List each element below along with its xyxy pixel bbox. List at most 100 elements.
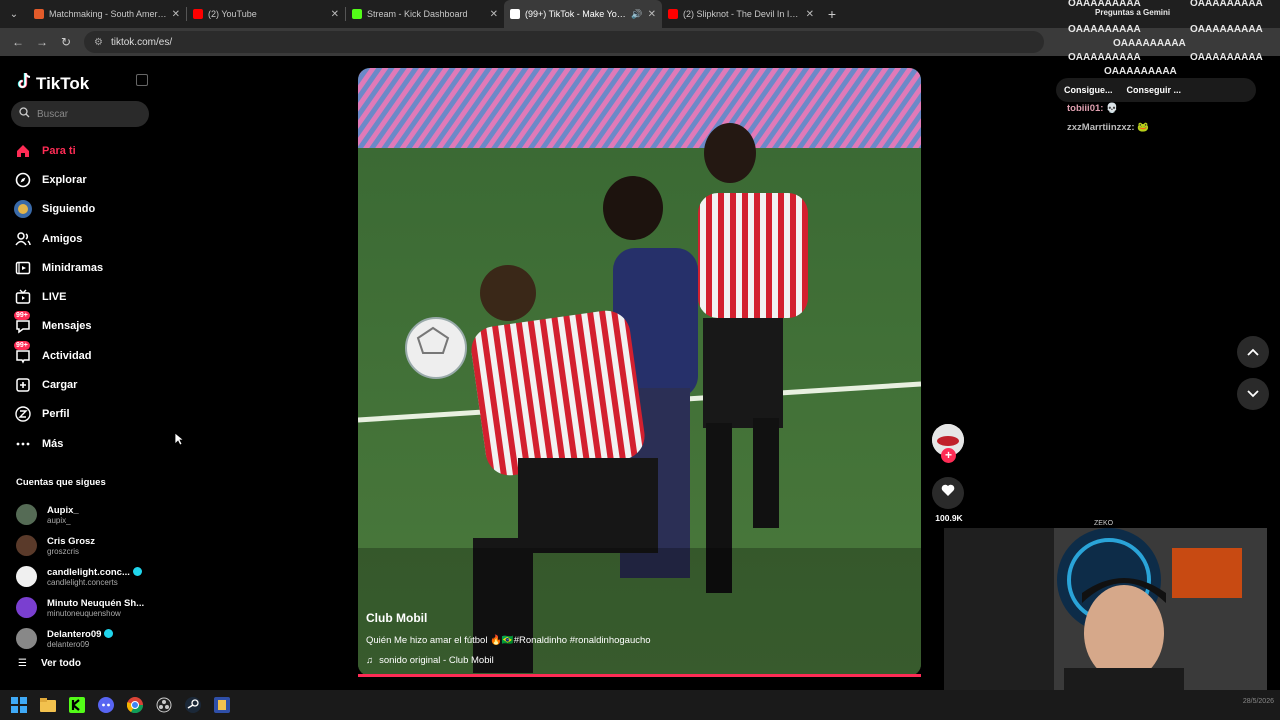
- chat-spam-text: OAAAAAAAAA: [1068, 24, 1141, 35]
- browser-tab[interactable]: (2) YouTube ✕: [187, 0, 345, 28]
- nav-label: Perfil: [42, 408, 70, 421]
- nav-item-siguiendo[interactable]: Siguiendo: [14, 195, 103, 224]
- chat-user: tobiii01:: [1067, 103, 1104, 114]
- discord-icon[interactable]: [97, 696, 115, 714]
- url-field[interactable]: ⚙ tiktok.com/es/: [84, 31, 1044, 53]
- video-description: Quién Me hizo amar el fútbol 🔥🇧🇷#Ronaldi…: [366, 635, 651, 646]
- reload-button[interactable]: ↻: [54, 35, 78, 49]
- video-player[interactable]: [358, 68, 921, 676]
- nav-item-amigos[interactable]: Amigos: [14, 224, 103, 253]
- nav-label: Minidramas: [42, 261, 104, 274]
- tab-title: (2) YouTube: [208, 9, 257, 19]
- see-all-label: Ver todo: [40, 658, 81, 669]
- browser-tab[interactable]: (2) Slipknot - The Devil In I [OFF ✕: [662, 0, 820, 28]
- followed-account[interactable]: Cris Grosz groszcris: [16, 530, 144, 561]
- verified-icon: [132, 567, 142, 577]
- chat-conseguir-label[interactable]: Conseguir ...: [1127, 85, 1182, 95]
- tab-favicon-icon: [510, 9, 520, 19]
- tiktok-logo[interactable]: TikTok: [16, 72, 89, 95]
- close-tab-icon[interactable]: ✕: [648, 9, 656, 20]
- chevron-down-icon: [1247, 385, 1259, 403]
- avatar: [16, 535, 37, 556]
- tab-title: Stream - Kick Dashboard: [367, 9, 468, 19]
- nav-item-para-ti[interactable]: Para ti: [14, 136, 103, 165]
- url-text: tiktok.com/es/: [110, 36, 173, 48]
- tab-title: Matchmaking - South America: [49, 9, 167, 19]
- nav-item-live[interactable]: LIVE: [14, 282, 103, 311]
- search-icon: [19, 107, 30, 121]
- nav-item-minidramas[interactable]: Minidramas: [14, 253, 103, 282]
- windows-start-icon[interactable]: [10, 696, 28, 714]
- video-author[interactable]: Club Mobil: [366, 611, 427, 625]
- tab-title: (2) Slipknot - The Devil In I [OFF: [683, 9, 801, 19]
- next-video-button[interactable]: [1237, 378, 1269, 410]
- nav-item-m-s[interactable]: Más: [14, 429, 103, 458]
- chat-spam-text: OAAAAAAAAA: [1190, 0, 1263, 9]
- nav-label: Actividad: [42, 349, 92, 362]
- nav-item-mensajes[interactable]: 99+ Mensajes: [14, 311, 103, 341]
- live-tv-icon: [14, 288, 32, 306]
- chat-consigue-label[interactable]: Consigue...: [1064, 85, 1113, 95]
- music-note-icon: ♫: [366, 655, 374, 666]
- tab-favicon-icon: [352, 9, 362, 19]
- chat-spam-text: OAAAAAAAAA: [1190, 24, 1263, 35]
- browser-tab[interactable]: Stream - Kick Dashboard ✕: [346, 0, 504, 28]
- app-icon[interactable]: [213, 696, 231, 714]
- speaker-icon[interactable]: 🔊: [631, 9, 642, 20]
- creator-avatar[interactable]: +: [932, 424, 964, 463]
- video-author-name: Club Mobil: [366, 611, 428, 625]
- home-icon: [14, 142, 32, 160]
- browser-tab[interactable]: (99+) TikTok - Make Your Da 🔊 ✕: [504, 0, 662, 28]
- chat-message: tobiii01: 💀: [1067, 103, 1118, 114]
- obs-icon[interactable]: [155, 696, 173, 714]
- back-button[interactable]: ←: [6, 35, 30, 49]
- close-tab-icon[interactable]: ✕: [806, 9, 814, 20]
- kick-icon[interactable]: [68, 696, 86, 714]
- site-info-icon[interactable]: ⚙: [94, 37, 103, 48]
- following-avatar-icon: [14, 200, 32, 219]
- close-tab-icon[interactable]: ✕: [331, 9, 339, 20]
- chat-message: zxzMarrtiinzxz: 🐸: [1067, 122, 1149, 133]
- close-tab-icon[interactable]: ✕: [172, 9, 180, 20]
- film-icon: [14, 259, 32, 277]
- cam-label: ZEKO: [1094, 520, 1114, 527]
- webcam-image: [944, 528, 1267, 710]
- activity-icon: 99+: [14, 340, 32, 365]
- avatar: [16, 504, 37, 525]
- like-button[interactable]: [932, 477, 964, 509]
- follow-plus-icon[interactable]: +: [941, 448, 956, 463]
- nav-label: LIVE: [42, 291, 67, 304]
- followed-account[interactable]: Aupix_ aupix_: [16, 499, 144, 530]
- nav-item-cargar[interactable]: Cargar: [14, 370, 103, 399]
- chevron-up-icon: [1247, 343, 1259, 361]
- steam-icon[interactable]: [184, 696, 202, 714]
- forward-button[interactable]: →: [30, 35, 54, 49]
- tab-search-chevron-icon[interactable]: ⌄: [0, 0, 28, 28]
- nav-item-actividad[interactable]: 99+ Actividad: [14, 340, 103, 370]
- nav-item-perfil[interactable]: Perfil: [14, 400, 103, 429]
- file-explorer-icon[interactable]: [39, 696, 57, 714]
- close-tab-icon[interactable]: ✕: [490, 9, 498, 20]
- mouse-cursor-icon: [174, 432, 185, 451]
- browser-tab[interactable]: Matchmaking - South America ✕: [28, 0, 186, 28]
- followed-account[interactable]: Delantero09 delantero09: [16, 623, 144, 654]
- see-all-button[interactable]: ☰ Ver todo: [18, 658, 81, 669]
- video-frame: [358, 68, 921, 676]
- search-input[interactable]: Buscar: [11, 101, 149, 127]
- chat-spam-text: OAAAAAAAAA: [1113, 38, 1186, 49]
- collapse-sidebar-icon[interactable]: [136, 74, 148, 86]
- nav-item-explorar[interactable]: Explorar: [14, 165, 103, 194]
- followed-account[interactable]: Minuto Neuquén Sh... minutoneuquenshow: [16, 592, 144, 623]
- followed-account[interactable]: candlelight.conc... candlelight.concerts: [16, 561, 144, 592]
- previous-video-button[interactable]: [1237, 336, 1269, 368]
- video-sound[interactable]: ♫ sonido original - Club Mobil: [366, 655, 494, 666]
- windows-taskbar: 28/5/2026: [0, 690, 1280, 720]
- chrome-icon[interactable]: [126, 696, 144, 714]
- nav-label: Explorar: [42, 173, 87, 186]
- list-icon: ☰: [18, 658, 27, 669]
- video-progress-bar[interactable]: [358, 674, 921, 677]
- taskbar-clock: 28/5/2026: [1242, 698, 1274, 705]
- new-tab-button[interactable]: +: [820, 6, 844, 22]
- tab-title: (99+) TikTok - Make Your Da: [525, 9, 626, 19]
- friends-icon: [14, 230, 32, 248]
